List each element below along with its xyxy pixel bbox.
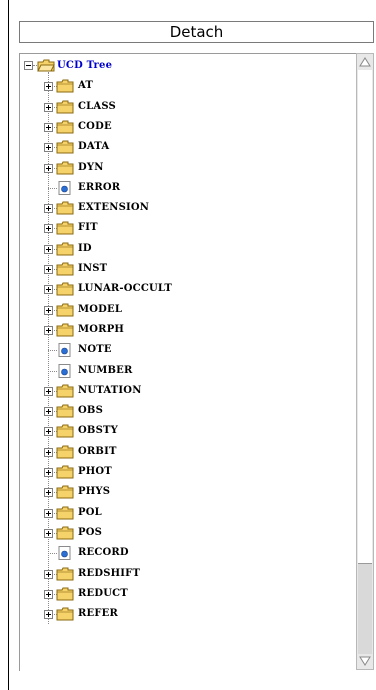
- tree-item-model[interactable]: MODEL: [20, 300, 350, 320]
- expand-toggle-icon[interactable]: [44, 265, 53, 274]
- tree-item-inst[interactable]: INST: [20, 259, 350, 279]
- tree-item-label: PHOT: [78, 466, 112, 477]
- tree-item-label: MORPH: [78, 324, 125, 335]
- tree-item-morph[interactable]: MORPH: [20, 320, 350, 340]
- expand-toggle-icon[interactable]: [44, 488, 53, 497]
- expand-toggle-icon[interactable]: [44, 123, 53, 132]
- scrollbar-thumb[interactable]: [358, 70, 372, 564]
- tree-connector: [33, 65, 37, 66]
- tree-item-number[interactable]: NUMBER: [20, 361, 350, 381]
- tree-item-label: NUTATION: [78, 385, 142, 396]
- expand-toggle-icon[interactable]: [44, 570, 53, 579]
- expand-toggle-icon[interactable]: [44, 590, 53, 599]
- tree-connector: [48, 188, 57, 189]
- tree-item-label: ID: [78, 243, 92, 254]
- tree-item-orbit[interactable]: ORBIT: [20, 442, 350, 462]
- tree-item-label: NOTE: [78, 344, 112, 355]
- tree-item-label: FIT: [78, 222, 98, 233]
- tree-item-label: RECORD: [78, 547, 129, 558]
- tree-item-fit[interactable]: FIT: [20, 218, 350, 238]
- tree-item-label: INST: [78, 263, 108, 274]
- tree-item-label: REDUCT: [78, 588, 128, 599]
- tree-item-nutation[interactable]: NUTATION: [20, 381, 350, 401]
- tree-item-label: AT: [78, 80, 94, 91]
- tree-root-ucd-tree[interactable]: UCD Tree: [20, 56, 350, 76]
- tree-item-dyn[interactable]: DYN: [20, 158, 350, 178]
- tree-item-label: OBS: [78, 405, 103, 416]
- expand-toggle-icon[interactable]: [44, 407, 53, 416]
- expand-toggle-icon[interactable]: [44, 143, 53, 152]
- expand-toggle-icon[interactable]: [44, 610, 53, 619]
- collapse-toggle-icon[interactable]: [24, 61, 33, 70]
- tree-item-refer[interactable]: REFER: [20, 604, 350, 624]
- tree-item-redshift[interactable]: REDSHIFT: [20, 564, 350, 584]
- tree-item-label: ORBIT: [78, 446, 117, 457]
- tree-item-lunar-occult[interactable]: LUNAR-OCCULT: [20, 279, 350, 299]
- folder-icon: [56, 607, 74, 629]
- tree-item-label: ERROR: [78, 182, 121, 193]
- expand-toggle-icon[interactable]: [44, 245, 53, 254]
- tree-item-obsty[interactable]: OBSTY: [20, 421, 350, 441]
- tree-item-label: DYN: [78, 162, 104, 173]
- expand-toggle-icon[interactable]: [44, 164, 53, 173]
- tree-item-phot[interactable]: PHOT: [20, 462, 350, 482]
- tree-item-record[interactable]: RECORD: [20, 543, 350, 563]
- tree-item-at[interactable]: AT: [20, 76, 350, 96]
- tree-item-label: POL: [78, 507, 102, 518]
- tree-item-label: CLASS: [78, 101, 116, 112]
- tree-item-error[interactable]: ERROR: [20, 178, 350, 198]
- expand-toggle-icon[interactable]: [44, 204, 53, 213]
- left-divider: [8, 0, 9, 690]
- tree-item-label: DATA: [78, 141, 110, 152]
- tree-connector: [48, 350, 57, 351]
- tree-item-label: OBSTY: [78, 425, 118, 436]
- tree-item-class[interactable]: CLASS: [20, 97, 350, 117]
- expand-toggle-icon[interactable]: [44, 387, 53, 396]
- tree-item-extension[interactable]: EXTENSION: [20, 198, 350, 218]
- tree-item-label: REFER: [78, 608, 118, 619]
- tree-item-label: POS: [78, 527, 103, 538]
- expand-toggle-icon[interactable]: [44, 509, 53, 518]
- scrollbar-track[interactable]: [358, 564, 372, 654]
- tree-item-label: MODEL: [78, 304, 123, 315]
- scroll-down-arrow-icon[interactable]: [357, 653, 373, 669]
- tree-item-reduct[interactable]: REDUCT: [20, 584, 350, 604]
- tree-item-label: PHYS: [78, 486, 111, 497]
- tree-item-code[interactable]: CODE: [20, 117, 350, 137]
- detach-button[interactable]: Detach: [19, 21, 374, 43]
- tree-connector: [48, 553, 57, 554]
- vertical-scrollbar[interactable]: [356, 53, 374, 670]
- expand-toggle-icon[interactable]: [44, 224, 53, 233]
- tree-item-phys[interactable]: PHYS: [20, 482, 350, 502]
- tree-item-pos[interactable]: POS: [20, 523, 350, 543]
- ucd-tree: UCD Tree AT CLASS CODE DATA DYN ERROR EXTENSION…: [20, 54, 357, 671]
- tree-item-label: REDSHIFT: [78, 568, 141, 579]
- expand-toggle-icon[interactable]: [44, 306, 53, 315]
- expand-toggle-icon[interactable]: [44, 82, 53, 91]
- expand-toggle-icon[interactable]: [44, 448, 53, 457]
- scroll-up-arrow-icon[interactable]: [357, 54, 373, 70]
- expand-toggle-icon[interactable]: [44, 103, 53, 112]
- tree-item-obs[interactable]: OBS: [20, 401, 350, 421]
- expand-toggle-icon[interactable]: [44, 468, 53, 477]
- tree-item-id[interactable]: ID: [20, 239, 350, 259]
- tree-root-label: UCD Tree: [57, 60, 113, 71]
- tree-item-data[interactable]: DATA: [20, 137, 350, 157]
- ucd-tree-panel[interactable]: UCD Tree AT CLASS CODE DATA DYN ERROR EXTENSION…: [19, 53, 357, 671]
- tree-item-label: CODE: [78, 121, 112, 132]
- tree-item-label: LUNAR-OCCULT: [78, 283, 172, 294]
- tree-connector: [48, 371, 57, 372]
- expand-toggle-icon[interactable]: [44, 326, 53, 335]
- expand-toggle-icon[interactable]: [44, 427, 53, 436]
- tree-item-note[interactable]: NOTE: [20, 340, 350, 360]
- tree-item-pol[interactable]: POL: [20, 503, 350, 523]
- expand-toggle-icon[interactable]: [44, 529, 53, 538]
- tree-item-label: NUMBER: [78, 365, 133, 376]
- expand-toggle-icon[interactable]: [44, 285, 53, 294]
- tree-item-label: EXTENSION: [78, 202, 150, 213]
